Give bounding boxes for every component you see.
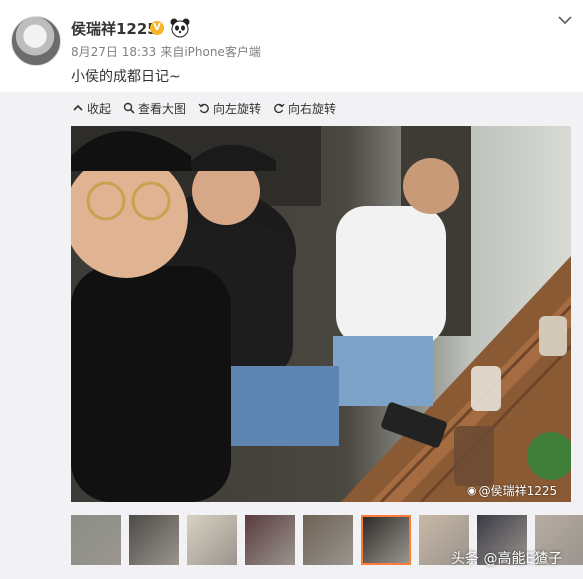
weibo-icon: ◉ <box>467 484 477 497</box>
collapse-label: 收起 <box>87 101 112 116</box>
photo-watermark: ◉ @侯瑞祥1225 <box>467 482 557 499</box>
view-large-label: 查看大图 <box>138 101 187 116</box>
thumbnail[interactable] <box>361 515 411 565</box>
post-text: 小侯的成都日记~ <box>71 69 181 85</box>
magnifier-icon <box>123 102 135 114</box>
rotate-left-label: 向左旋转 <box>213 101 262 116</box>
view-large-button[interactable]: 查看大图 <box>123 100 186 117</box>
username[interactable]: 侯瑞祥1225 <box>71 18 158 39</box>
thumbnail[interactable] <box>303 515 353 565</box>
post-header: 侯瑞祥1225 V 8月27日 18:33 来自iPhone客户端 小侯的成都日记… <box>0 0 583 92</box>
thumbnail[interactable] <box>129 515 179 565</box>
photo-illustration <box>71 126 571 502</box>
thumbnail[interactable] <box>245 515 295 565</box>
rotate-left-button[interactable]: 向左旋转 <box>198 100 261 117</box>
rotate-left-icon <box>198 103 209 114</box>
thumbnail[interactable] <box>71 515 121 565</box>
thumbnail[interactable] <box>187 515 237 565</box>
verified-badge-icon: V <box>150 21 164 35</box>
rotate-right-icon <box>274 103 285 114</box>
post-meta: 8月27日 18:33 来自iPhone客户端 <box>71 43 265 60</box>
post-source[interactable]: 来自iPhone客户端 <box>160 45 261 59</box>
collapse-button[interactable]: 收起 <box>72 100 111 117</box>
chevron-down-icon[interactable] <box>557 13 573 27</box>
rotate-right-button[interactable]: 向右旋转 <box>273 100 336 117</box>
collapse-icon <box>73 104 83 111</box>
rotate-right-label: 向右旋转 <box>288 101 337 116</box>
watermark-text: @侯瑞祥1225 <box>478 484 558 498</box>
avatar[interactable] <box>11 16 61 66</box>
footer-brand: 头条 @高能E猹子 <box>451 551 563 567</box>
panda-icon <box>170 18 190 38</box>
image-toolbar: 收起 查看大图 向左旋转 向右旋转 <box>72 98 348 118</box>
post-photo[interactable] <box>71 126 571 502</box>
post-date[interactable]: 8月27日 18:33 <box>71 45 156 59</box>
